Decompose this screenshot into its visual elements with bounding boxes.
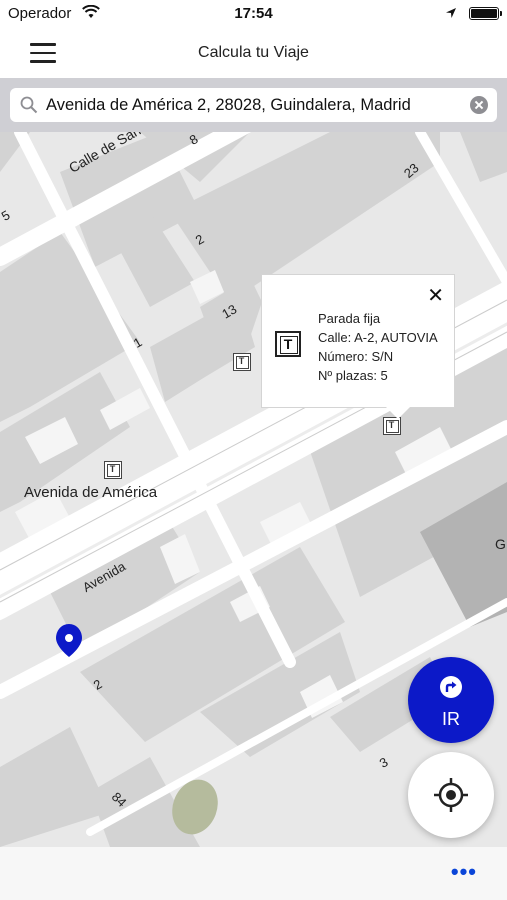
status-time: 17:54 bbox=[234, 5, 273, 22]
navigation-bar: Calcula tu Viaje bbox=[0, 30, 507, 78]
more-options-button[interactable]: ••• bbox=[451, 861, 477, 883]
taxi-stop-marker[interactable]: T bbox=[233, 353, 251, 371]
bottom-bar: ••• bbox=[0, 847, 507, 900]
go-button-label: IR bbox=[442, 709, 460, 729]
taxi-stop-marker[interactable]: T bbox=[104, 461, 122, 479]
address-search-input[interactable] bbox=[46, 88, 466, 122]
clear-search-icon[interactable] bbox=[470, 96, 488, 114]
location-arrow-icon bbox=[446, 8, 456, 18]
stop-places: Nº plazas: 5 bbox=[318, 368, 388, 383]
street-label: Avenida de América bbox=[24, 484, 158, 501]
taxi-stop-marker[interactable]: T bbox=[383, 417, 401, 435]
stop-number: Número: S/N bbox=[318, 349, 394, 364]
page-title: Calcula tu Viaje bbox=[198, 44, 309, 61]
stop-street: Calle: A-2, AUTOVIA bbox=[318, 330, 438, 345]
search-bar bbox=[0, 78, 507, 132]
search-icon bbox=[20, 96, 38, 114]
directions-icon bbox=[440, 676, 462, 698]
battery-icon bbox=[469, 7, 502, 20]
map-view[interactable]: Calle de San F Avenida de América Avenid… bbox=[0, 132, 507, 847]
taxi-stop-info-popup: ✕ T Parada fija Calle: A-2, AUTOVIA Núme… bbox=[261, 274, 455, 419]
close-icon[interactable]: ✕ bbox=[427, 283, 444, 308]
search-box bbox=[10, 88, 497, 122]
taxi-stop-icon: T bbox=[275, 331, 301, 357]
house-number: G bbox=[495, 536, 506, 552]
go-button[interactable]: IR bbox=[408, 657, 494, 743]
my-location-button[interactable] bbox=[408, 752, 494, 838]
stop-type: Parada fija bbox=[318, 311, 381, 326]
crosshair-location-icon bbox=[434, 778, 468, 812]
status-bar: Operador 17:54 bbox=[0, 0, 507, 30]
popup-details: Parada fija Calle: A-2, AUTOVIA Número: … bbox=[318, 309, 438, 385]
